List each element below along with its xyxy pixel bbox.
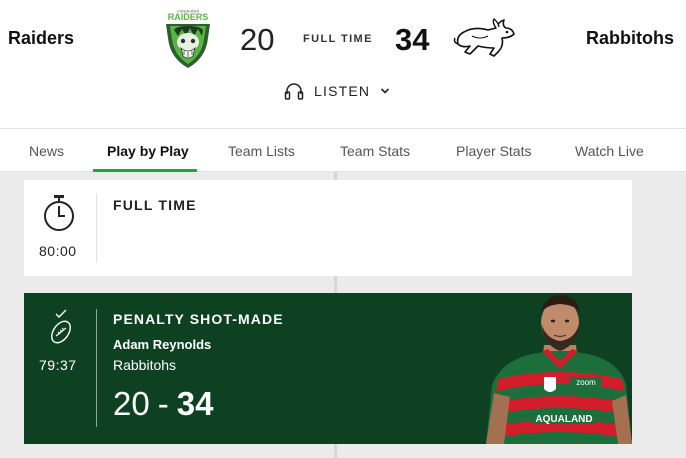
tab-team-stats[interactable]: Team Stats xyxy=(340,143,410,159)
football-goal-icon xyxy=(51,309,71,344)
player-headshot-image: zoom AQUALAND xyxy=(486,295,632,444)
tab-watch-live[interactable]: Watch Live xyxy=(575,143,644,159)
event-score: 20-34 xyxy=(113,385,213,423)
event-score-home: 20 xyxy=(113,385,150,422)
event-card-penalty-goal: 79:37 PENALTY SHOT-MADE Adam Reynolds Ra… xyxy=(24,293,632,444)
tab-play-by-play[interactable]: Play by Play xyxy=(107,143,189,159)
away-score: 34 xyxy=(395,22,430,57)
event-title: FULL TIME xyxy=(113,197,197,213)
tab-team-lists[interactable]: Team Lists xyxy=(228,143,295,159)
event-card-full-time: 80:00 FULL TIME xyxy=(24,180,632,276)
listen-label: LISTEN xyxy=(314,83,371,99)
raiders-logo-icon[interactable]: CANBERRA RAIDERS xyxy=(160,8,216,70)
event-score-away: 34 xyxy=(176,385,214,422)
event-team-name: Rabbitohs xyxy=(113,357,177,373)
chevron-down-icon xyxy=(381,88,390,94)
active-tab-indicator xyxy=(93,169,197,172)
svg-text:zoom: zoom xyxy=(576,378,596,387)
event-time: 79:37 xyxy=(39,357,77,373)
event-player-name[interactable]: Adam Reynolds xyxy=(113,337,211,352)
match-status: FULL TIME xyxy=(303,33,373,45)
svg-text:RAIDERS: RAIDERS xyxy=(168,12,209,22)
tab-player-stats[interactable]: Player Stats xyxy=(456,143,531,159)
event-divider xyxy=(96,309,97,427)
tab-news[interactable]: News xyxy=(29,143,64,159)
rabbitohs-logo-icon[interactable] xyxy=(452,18,518,58)
stopwatch-icon xyxy=(44,195,74,231)
home-team-name[interactable]: Raiders xyxy=(8,28,74,49)
svg-text:AQUALAND: AQUALAND xyxy=(535,414,592,425)
event-time: 80:00 xyxy=(39,243,77,259)
event-score-separator: - xyxy=(157,385,169,422)
event-divider xyxy=(96,194,97,262)
listen-button[interactable]: LISTEN xyxy=(284,80,390,102)
event-title: PENALTY SHOT-MADE xyxy=(113,311,284,327)
match-header: Raiders CANBERRA RAIDERS 20 FULL TIME 34… xyxy=(0,0,686,128)
away-team-name[interactable]: Rabbitohs xyxy=(586,28,674,49)
headphones-icon xyxy=(284,83,304,100)
match-tabs: News Play by Play Team Lists Team Stats … xyxy=(0,128,686,172)
home-score: 20 xyxy=(240,22,275,57)
